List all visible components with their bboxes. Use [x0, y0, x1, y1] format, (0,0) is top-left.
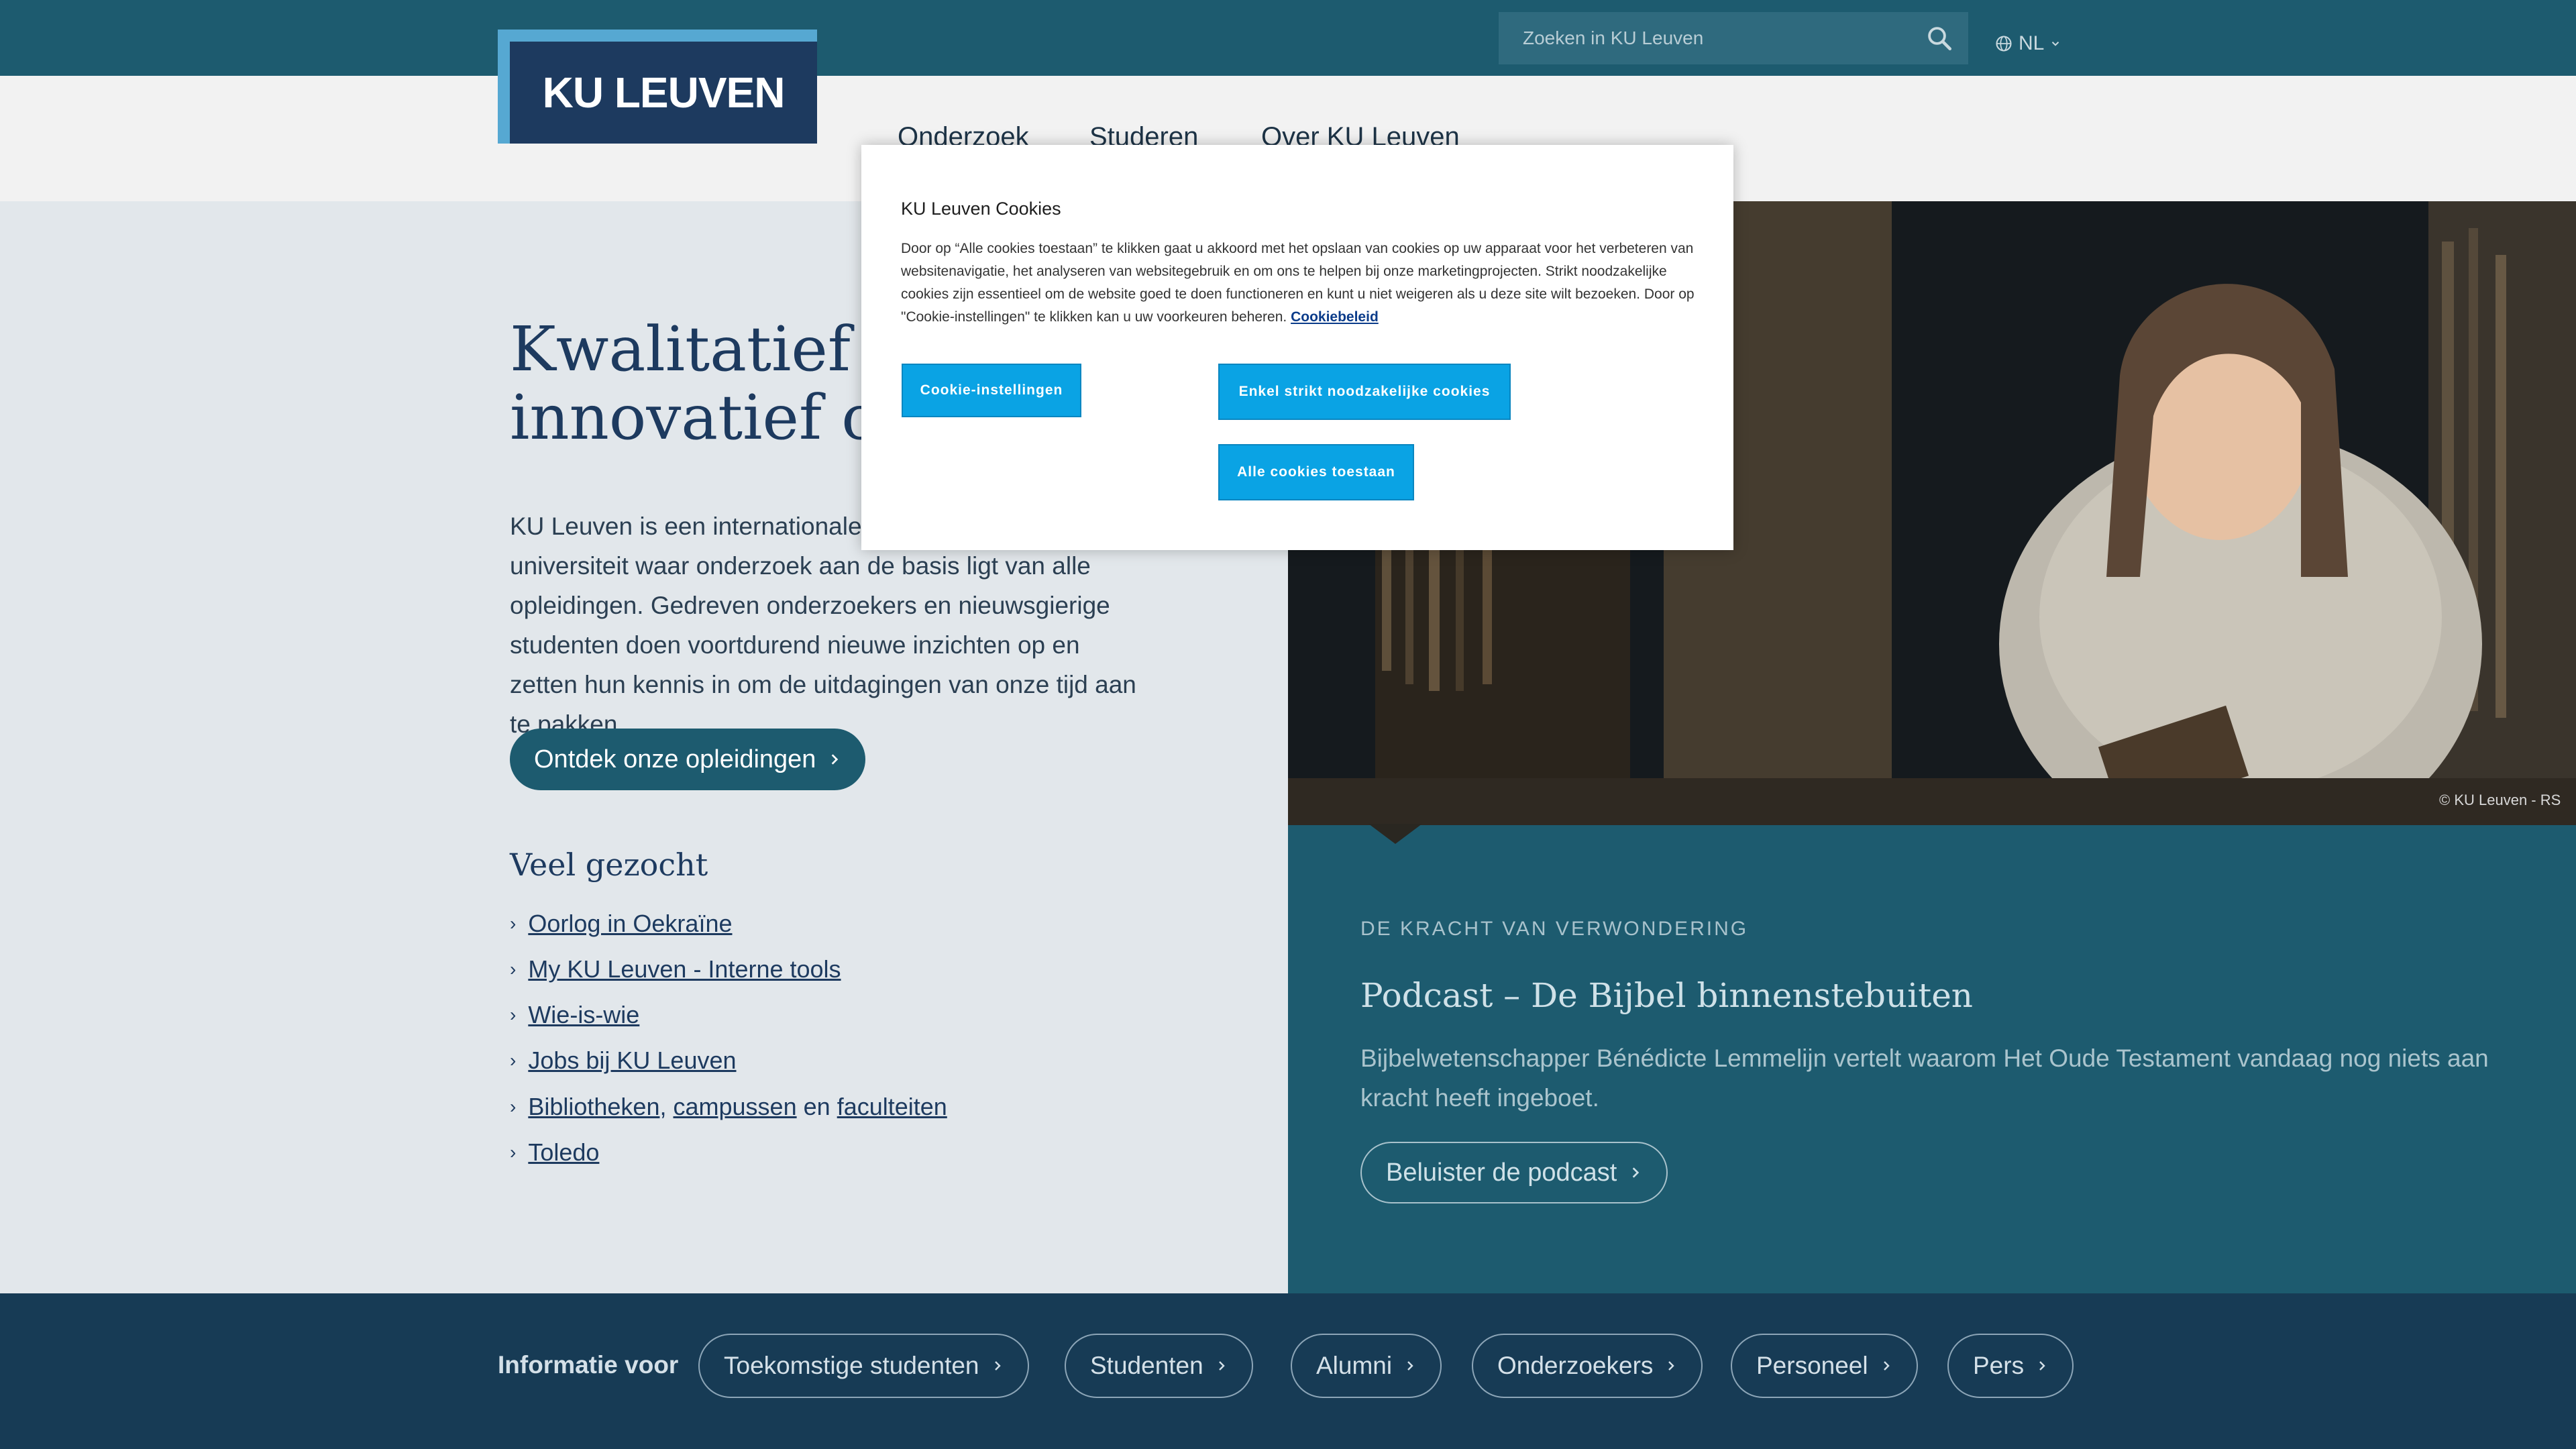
feature-description: Bijbelwetenschapper Bénédicte Lemmelijn …: [1360, 1044, 2489, 1112]
listen-podcast-button[interactable]: Beluister de podcast: [1360, 1142, 1668, 1203]
popular-item: › Bibliotheken, campussen en faculteiten: [510, 1093, 947, 1121]
ku-leuven-logo[interactable]: KU LEUVEN: [510, 42, 817, 144]
cookie-policy-link[interactable]: Cookiebeleid: [1291, 309, 1379, 325]
cookie-settings-button[interactable]: Cookie-instellingen: [902, 364, 1081, 417]
chevron-right-icon: [994, 1361, 1001, 1371]
cookie-dialog-title: KU Leuven Cookies: [901, 199, 1061, 219]
popular-item: › Jobs bij KU Leuven: [510, 1046, 737, 1075]
chevron-right-icon: ›: [510, 1096, 517, 1117]
globe-icon: [1996, 36, 2012, 52]
chevron-right-icon: [2039, 1361, 2045, 1371]
chevron-right-icon: ›: [510, 1142, 517, 1163]
audience-pill-label: Pers: [1973, 1352, 2025, 1379]
audience-pill-label: Onderzoekers: [1497, 1352, 1654, 1379]
audience-pill-label: Studenten: [1090, 1352, 1203, 1379]
photo-credit: © KU Leuven - RS: [2439, 792, 2561, 808]
audience-pill-label: Personeel: [1756, 1352, 1868, 1379]
chevron-right-icon: ›: [510, 1004, 517, 1025]
chevron-down-icon: [2052, 42, 2059, 46]
listen-podcast-label: Beluister de podcast: [1386, 1158, 1617, 1187]
popular-item: › Wie-is-wie: [510, 1001, 639, 1029]
audience-pill-alumni[interactable]: Alumni: [1291, 1334, 1442, 1398]
accept-all-cookies-button[interactable]: Alle cookies toestaan: [1218, 444, 1414, 500]
discover-programmes-label: Ontdek onze opleidingen: [534, 745, 816, 773]
popular-item: › Oorlog in Oekraïne: [510, 910, 732, 938]
popular-link-jobs[interactable]: Jobs bij KU Leuven: [528, 1046, 736, 1075]
chevron-right-icon: [1668, 1361, 1675, 1371]
cookie-consent-dialog: KU Leuven Cookies Door op “Alle cookies …: [861, 145, 1733, 550]
audience-pill-studenten[interactable]: Studenten: [1065, 1334, 1253, 1398]
logo-text: KU LEUVEN: [542, 68, 786, 117]
audience-bar: [0, 1293, 2576, 1449]
chevron-right-icon: ›: [510, 959, 517, 979]
search-box[interactable]: [1499, 12, 1968, 64]
popular-link-my-ku-leuven[interactable]: My KU Leuven - Interne tools: [528, 955, 841, 983]
audience-pill-onderzoekers[interactable]: Onderzoekers: [1472, 1334, 1703, 1398]
feature-title[interactable]: Podcast – De Bijbel binnenstebuiten: [1360, 976, 1973, 1015]
audience-pill-toekomstige-studenten[interactable]: Toekomstige studenten: [698, 1334, 1029, 1398]
chevron-right-icon: [1218, 1361, 1225, 1371]
chevron-right-icon: [1407, 1361, 1413, 1371]
search-input[interactable]: [1499, 12, 1949, 64]
search-icon[interactable]: [1925, 24, 1953, 52]
feature-kicker: DE KRACHT VAN VERWONDERING: [1360, 918, 1749, 940]
popular-link-faculteiten[interactable]: faculteiten: [837, 1093, 947, 1120]
language-label: NL: [2019, 32, 2045, 54]
popular-link-bibliotheken[interactable]: Bibliotheken: [528, 1093, 659, 1120]
chevron-right-icon: [1633, 1167, 1640, 1178]
chevron-right-icon: [1883, 1361, 1890, 1371]
chevron-right-icon: ›: [510, 913, 517, 934]
popular-link-wie-is-wie[interactable]: Wie-is-wie: [528, 1001, 639, 1029]
chevron-right-icon: ›: [510, 1050, 517, 1071]
separator: ,: [659, 1093, 667, 1120]
audience-pill-pers[interactable]: Pers: [1947, 1334, 2074, 1398]
cookie-dialog-text: Door op “Alle cookies toestaan” te klikk…: [901, 237, 1699, 329]
audience-pill-personeel[interactable]: Personeel: [1731, 1334, 1918, 1398]
popular-title: Veel gezocht: [510, 847, 708, 883]
popular-item: › Toledo: [510, 1138, 599, 1167]
feature-notch: [1368, 824, 1422, 844]
separator-en: en: [803, 1093, 830, 1120]
audience-pill-label: Toekomstige studenten: [724, 1352, 979, 1379]
necessary-cookies-button[interactable]: Enkel strikt noodzakelijke cookies: [1218, 364, 1511, 420]
audience-pill-label: Alumni: [1316, 1352, 1393, 1379]
top-bar: [0, 0, 2576, 76]
popular-link-toledo[interactable]: Toledo: [528, 1138, 599, 1167]
popular-link-oekraine[interactable]: Oorlog in Oekraïne: [528, 910, 732, 938]
discover-programmes-button[interactable]: Ontdek onze opleidingen: [510, 729, 866, 790]
audience-label: Informatie voor: [498, 1351, 679, 1379]
popular-link-campussen[interactable]: campussen: [674, 1093, 797, 1120]
popular-item: › My KU Leuven - Interne tools: [510, 955, 841, 983]
chevron-right-icon: [832, 754, 839, 765]
language-selector[interactable]: NL: [1994, 27, 2061, 60]
